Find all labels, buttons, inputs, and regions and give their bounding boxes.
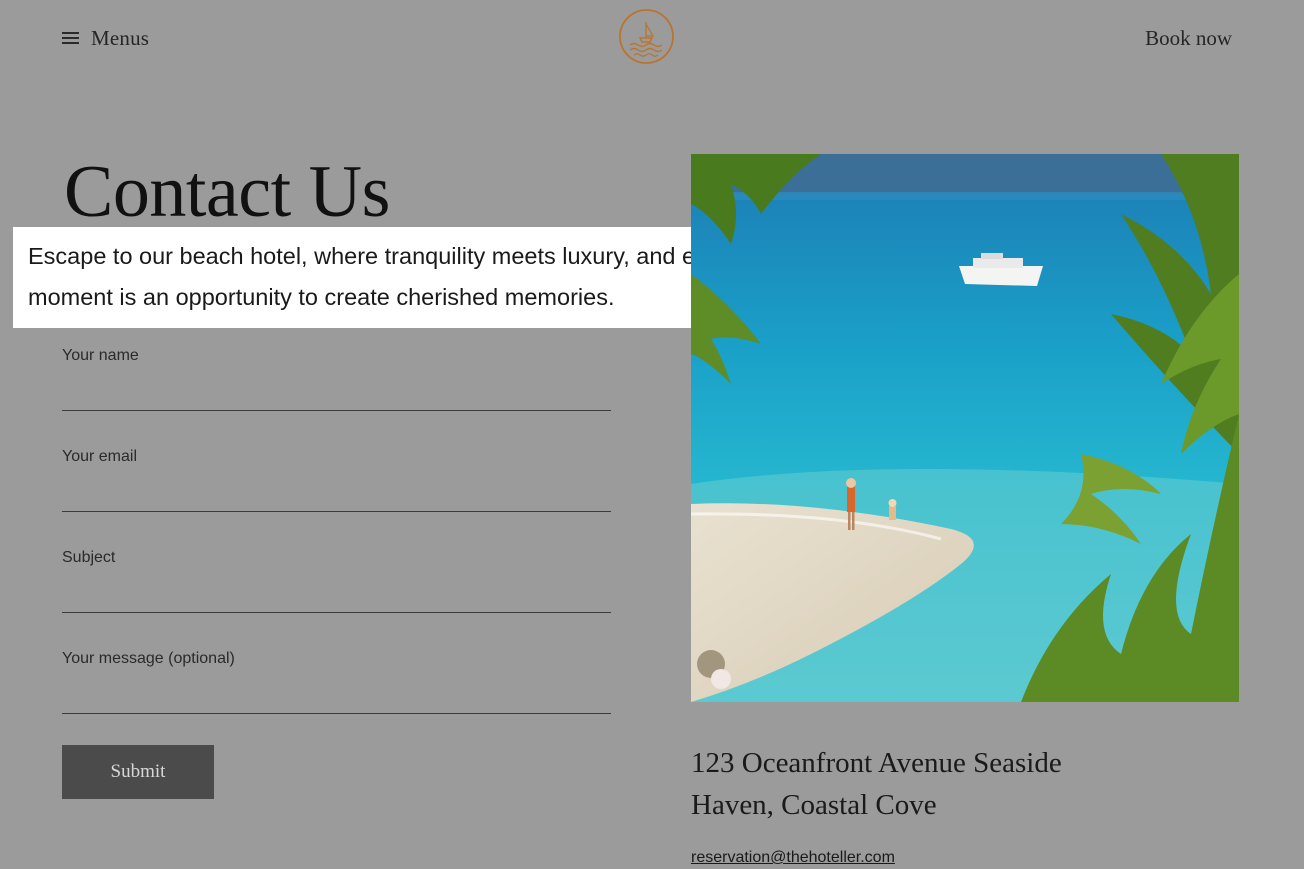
message-input[interactable] <box>62 675 611 714</box>
menu-button[interactable]: Menus <box>62 22 149 54</box>
name-label: Your name <box>62 347 139 364</box>
name-field: Your name <box>62 344 611 445</box>
address-line-1: 123 Oceanfront Avenue Seaside <box>691 747 1062 779</box>
subject-field: Subject <box>62 546 611 647</box>
intro-highlight: Escape to our beach hotel, where tranqui… <box>13 227 807 328</box>
page-title: Contact Us <box>64 151 390 233</box>
beach-photo <box>691 154 1239 702</box>
address: 123 Oceanfront Avenue Seaside Haven, Coa… <box>691 742 1062 826</box>
name-input[interactable] <box>62 372 611 411</box>
hamburger-icon <box>62 32 79 44</box>
address-line-2: Haven, Coastal Cove <box>691 789 937 821</box>
email-field: Your email <box>62 445 611 546</box>
submit-button[interactable]: Submit <box>62 745 214 799</box>
email-link[interactable]: reservation@thehoteller.com <box>691 849 895 867</box>
email-input[interactable] <box>62 473 611 512</box>
intro-text: Escape to our beach hotel, where tranqui… <box>28 243 740 310</box>
email-label: Your email <box>62 448 138 465</box>
message-label: Your message (optional) <box>62 650 235 667</box>
subject-label: Subject <box>62 549 116 566</box>
message-field: Your message (optional) <box>62 647 611 748</box>
subject-input[interactable] <box>62 574 611 613</box>
book-now-link[interactable]: Book now <box>1145 22 1232 54</box>
boat-waves-logo-icon <box>619 9 674 64</box>
menu-label: Menus <box>91 25 150 50</box>
hotel-logo[interactable] <box>618 8 675 65</box>
contact-form: Your name Your email Subject Your messag… <box>62 344 611 748</box>
